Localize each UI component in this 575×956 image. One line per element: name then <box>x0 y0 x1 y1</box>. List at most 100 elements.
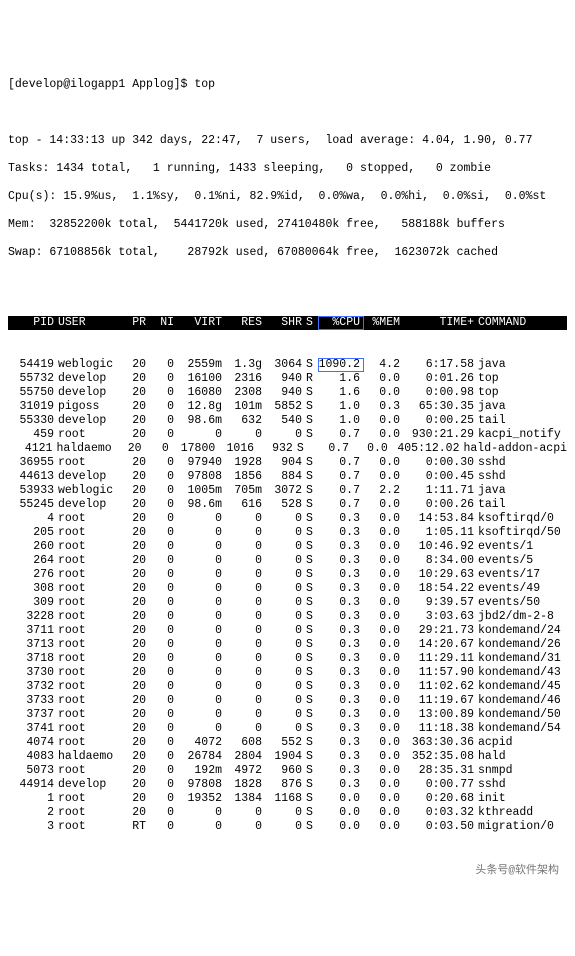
cell-pid: 3718 <box>8 652 58 666</box>
cell-time: 0:03.32 <box>404 806 478 820</box>
cell-virt: 16100 <box>178 372 226 386</box>
cell-ni: 0 <box>150 722 178 736</box>
cell-mem: 0.0 <box>364 512 404 526</box>
cell-s: S <box>306 694 318 708</box>
cell-cpu: 0.7 <box>318 470 364 484</box>
col-cmd[interactable]: COMMAND <box>478 316 567 330</box>
table-row: 1root2001935213841168S0.00.00:20.68init <box>8 792 567 806</box>
cell-s: S <box>306 596 318 610</box>
cell-cpu: 0.0 <box>318 820 364 834</box>
col-ni[interactable]: NI <box>150 316 178 330</box>
cell-cmd: migration/0 <box>478 820 567 834</box>
cell-s: S <box>306 400 318 414</box>
cell-s: S <box>306 582 318 596</box>
col-res[interactable]: RES <box>226 316 266 330</box>
cell-virt: 19352 <box>178 792 226 806</box>
cell-pid: 2 <box>8 806 58 820</box>
cell-pr: 20 <box>122 484 150 498</box>
cell-user: root <box>58 624 122 638</box>
col-shr[interactable]: SHR <box>266 316 306 330</box>
cell-res: 0 <box>226 806 266 820</box>
cell-mem: 0.0 <box>364 736 404 750</box>
cell-s: S <box>306 428 318 442</box>
cell-user: root <box>58 582 122 596</box>
col-cpu[interactable]: %CPU <box>318 316 364 330</box>
cell-user: develop <box>58 498 122 512</box>
cell-user: pigoss <box>58 400 122 414</box>
cell-shr: 552 <box>266 736 306 750</box>
col-pid[interactable]: PID <box>8 316 58 330</box>
table-row: 260root200000S0.30.010:46.92events/1 <box>8 540 567 554</box>
cell-cpu: 0.3 <box>318 526 364 540</box>
cell-pr: 20 <box>118 442 145 456</box>
cell-virt: 0 <box>178 708 226 722</box>
col-pr[interactable]: PR <box>122 316 150 330</box>
table-row: 3rootRT0000S0.00.00:03.50migration/0 <box>8 820 567 834</box>
cell-ni: 0 <box>150 806 178 820</box>
cell-cmd: sshd <box>478 470 567 484</box>
cell-ni: 0 <box>150 386 178 400</box>
cell-ni: 0 <box>150 540 178 554</box>
cell-shr: 528 <box>266 498 306 512</box>
cell-cpu: 0.3 <box>318 582 364 596</box>
cell-user: weblogic <box>58 358 122 372</box>
cell-pid: 4121 <box>8 442 56 456</box>
cell-cmd: events/5 <box>478 554 567 568</box>
cell-shr: 0 <box>266 806 306 820</box>
cell-shr: 876 <box>266 778 306 792</box>
cell-res: 608 <box>226 736 266 750</box>
cell-shr: 0 <box>266 512 306 526</box>
cell-res: 1.3g <box>226 358 266 372</box>
cell-cmd: acpid <box>478 736 567 750</box>
cell-user: root <box>58 736 122 750</box>
cell-time: 1:05.11 <box>404 526 478 540</box>
cell-cpu: 1.0 <box>318 400 364 414</box>
table-row: 3733root200000S0.30.011:19.67kondemand/4… <box>8 694 567 708</box>
cell-pid: 459 <box>8 428 58 442</box>
cell-virt: 0 <box>178 666 226 680</box>
cell-pid: 3228 <box>8 610 58 624</box>
cell-pr: 20 <box>122 708 150 722</box>
col-s[interactable]: S <box>306 316 318 330</box>
cell-res: 1016 <box>219 442 258 456</box>
col-mem[interactable]: %MEM <box>364 316 404 330</box>
cell-user: root <box>58 792 122 806</box>
column-header-row[interactable]: PID USER PR NI VIRT RES SHR S %CPU %MEM … <box>8 316 567 330</box>
cell-res: 0 <box>226 596 266 610</box>
cell-res: 0 <box>226 722 266 736</box>
table-row: 5073root200192m4972960S0.30.028:35.31snm… <box>8 764 567 778</box>
col-virt[interactable]: VIRT <box>178 316 226 330</box>
cell-shr: 5852 <box>266 400 306 414</box>
cell-s: S <box>306 456 318 470</box>
cell-s: S <box>306 624 318 638</box>
blank-line <box>8 106 567 120</box>
cell-pr: 20 <box>122 428 150 442</box>
cell-time: 3:03.63 <box>404 610 478 624</box>
cell-res: 0 <box>226 554 266 568</box>
table-row: 4074root2004072608552S0.30.0363:30.36acp… <box>8 736 567 750</box>
cell-s: S <box>306 778 318 792</box>
cell-s: S <box>306 680 318 694</box>
col-user[interactable]: USER <box>58 316 122 330</box>
cell-cpu: 0.3 <box>318 540 364 554</box>
cell-user: haldaemo <box>58 750 122 764</box>
cell-cmd: top <box>478 386 567 400</box>
summary-line-2: Tasks: 1434 total, 1 running, 1433 sleep… <box>8 162 567 176</box>
cell-pid: 3 <box>8 820 58 834</box>
terminal[interactable]: [develop@ilogapp1 Applog]$ top top - 14:… <box>8 64 567 848</box>
cell-pr: 20 <box>122 736 150 750</box>
table-row: 3228root200000S0.30.03:03.63jbd2/dm-2-8 <box>8 610 567 624</box>
col-time[interactable]: TIME+ <box>404 316 478 330</box>
cell-time: 13:00.89 <box>404 708 478 722</box>
cell-pid: 308 <box>8 582 58 596</box>
cell-shr: 0 <box>266 722 306 736</box>
cell-time: 363:30.36 <box>404 736 478 750</box>
cell-virt: 12.8g <box>178 400 226 414</box>
cell-s: S <box>306 736 318 750</box>
cell-pr: 20 <box>122 400 150 414</box>
cell-mem: 0.0 <box>364 428 404 442</box>
cell-cmd: kondemand/31 <box>478 652 567 666</box>
cell-pid: 55245 <box>8 498 58 512</box>
cell-pr: 20 <box>122 498 150 512</box>
cell-mem: 0.0 <box>364 610 404 624</box>
